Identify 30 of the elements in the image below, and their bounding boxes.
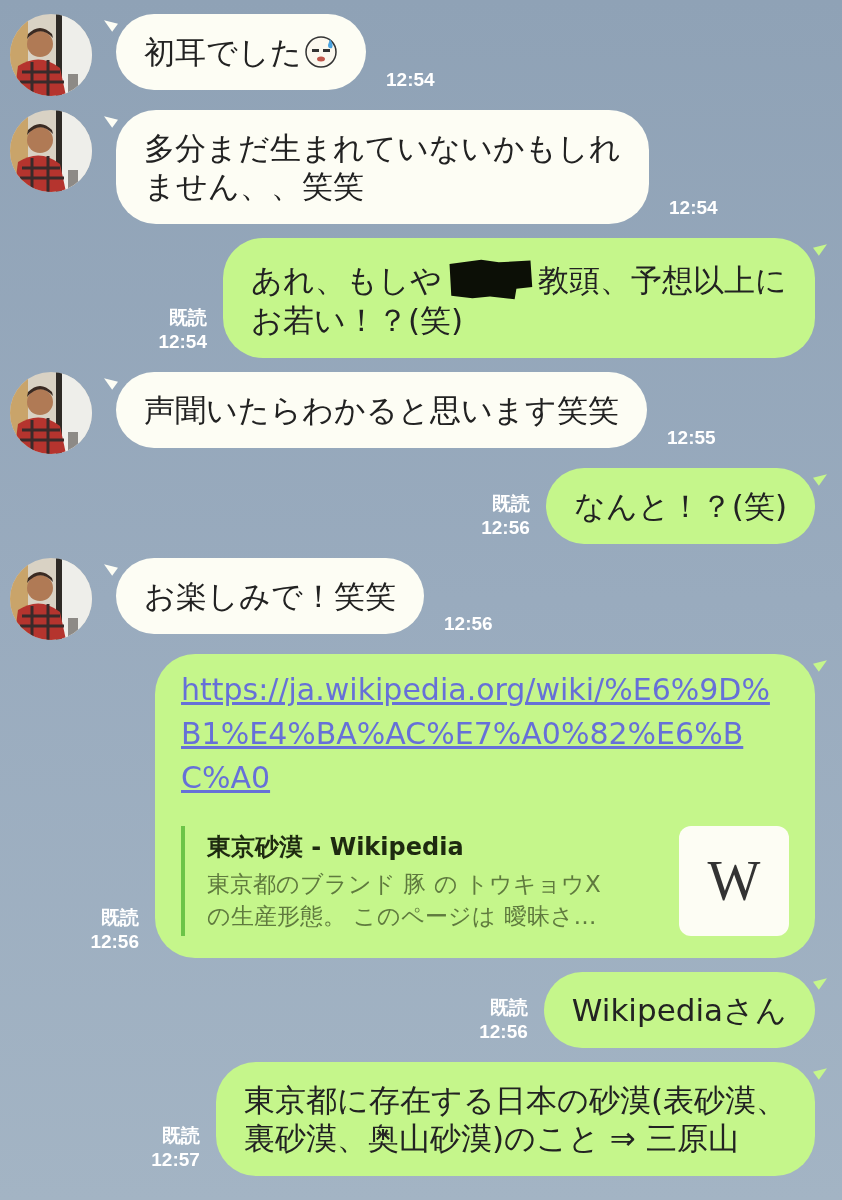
timestamp: 12:57 — [151, 1148, 200, 1172]
timestamp: 12:54 — [386, 68, 435, 92]
message-text: 多分まだ生まれていないかもしれ — [144, 129, 621, 167]
message-text: 裏砂漠、奥山砂漠)のこと ⇒ 三原山 — [243, 1119, 740, 1157]
timestamp: 12:56 — [479, 1020, 528, 1044]
read-receipt: 既読 — [169, 306, 207, 330]
url-link[interactable]: https://ja.wikipedia.org/wiki/%E6%9D%B1%E4%BA%AC%E7%A0%82%E6%BC%A0 — [181, 668, 781, 800]
timestamp: 12:56 — [444, 612, 493, 636]
message-text: あれ、もしや — [251, 262, 442, 298]
message-text: お若い！？(笑) — [251, 302, 464, 338]
preview-thumbnail: W — [679, 826, 789, 936]
timestamp: 12:55 — [667, 426, 716, 450]
read-receipt: 既読 — [101, 906, 139, 930]
message-text: Wikipediaさん — [571, 992, 787, 1028]
message-text: ません、、笑笑 — [144, 167, 365, 205]
message-text: なんと！？(笑) — [573, 488, 787, 524]
timestamp: 12:54 — [158, 330, 207, 354]
read-receipt: 既読 — [491, 492, 530, 516]
preview-title: 東京砂漠 - Wikipedia — [207, 832, 465, 863]
preview-description: 東京都のブランド 豚 の トウキョウX の生産形態。 このページは 曖昧さ… — [207, 870, 602, 931]
timestamp: 12:56 — [481, 516, 530, 540]
message-text: 初耳でした — [144, 34, 302, 70]
timestamp: 12:54 — [669, 196, 718, 220]
read-receipt: 既読 — [161, 1124, 200, 1148]
message-text: 東京都に存在する日本の砂漠(表砂漠、 — [243, 1081, 787, 1119]
message-text: 声聞いたらわかると思います笑笑 — [144, 392, 619, 428]
message-text: 教頭、予想以上に — [538, 262, 787, 298]
read-receipt: 既読 — [489, 996, 528, 1020]
message-text: お楽しみで！笑笑 — [144, 578, 396, 614]
timestamp: 12:56 — [90, 930, 139, 954]
